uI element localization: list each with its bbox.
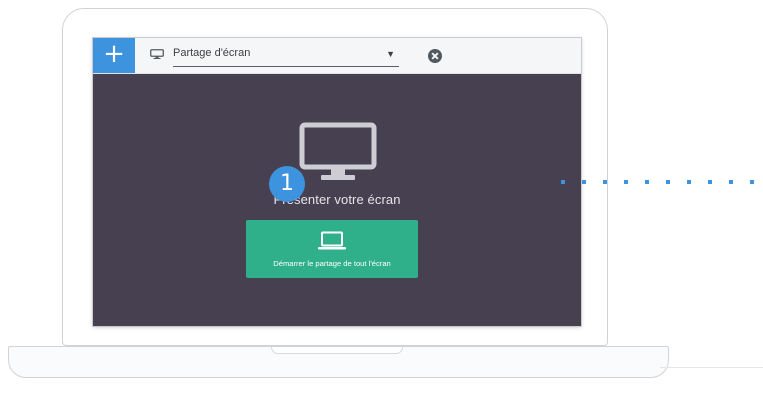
add-button[interactable]: + [93,38,135,73]
dotted-connector [561,180,754,184]
monitor-icon [150,49,164,59]
close-icon[interactable] [428,49,442,63]
plus-icon: + [103,39,125,69]
laptop-base [8,346,669,378]
surface-line [660,367,763,368]
dropdown-selected-value: Partage d'écran [173,47,251,59]
start-full-screen-share-button[interactable]: Démarrer le partage de tout l'écran [246,220,418,278]
present-monitor-icon [299,122,377,180]
chevron-down-icon: ▼ [386,49,395,59]
laptop-icon [318,231,346,250]
step-badge: 1 [269,166,305,202]
laptop-screen: + Partage d'écran ▼ Présenter votre écra… [93,38,581,326]
laptop-notch [271,347,403,354]
screen-share-dropdown[interactable]: Partage d'écran ▼ [173,46,399,67]
present-screen-title: Présenter votre écran [273,192,401,207]
toolbar: + Partage d'écran ▼ [93,38,581,74]
start-button-label: Démarrer le partage de tout l'écran [273,259,391,268]
